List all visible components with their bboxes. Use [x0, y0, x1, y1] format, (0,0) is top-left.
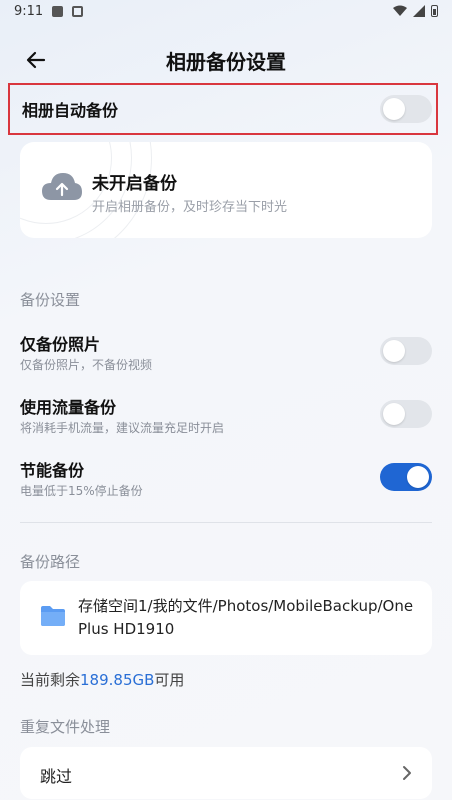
header: 相册备份设置	[0, 40, 452, 80]
folder-icon	[41, 606, 65, 626]
backup-path-text: 存储空间1/我的文件/Photos/MobileBackup/OnePlus H…	[78, 597, 414, 638]
auto-backup-row: 相册自动备份	[8, 83, 438, 135]
section-title-backup-settings: 备份设置	[20, 291, 81, 309]
mobile-data-title: 使用流量备份	[20, 398, 117, 417]
section-title-backup-path: 备份路径	[20, 553, 81, 571]
auto-backup-label: 相册自动备份	[22, 101, 119, 120]
photos-only-toggle[interactable]	[380, 337, 432, 365]
notification-icon	[52, 6, 63, 17]
page-title: 相册备份设置	[166, 50, 286, 74]
app-notification-icon	[72, 6, 83, 17]
duplicate-handling-value: 跳过	[40, 767, 73, 786]
photos-only-subtitle: 仅备份照片，不备份视频	[20, 358, 153, 372]
free-space-amount: 189.85GB	[80, 671, 155, 689]
status-time: 9:11	[14, 4, 44, 19]
power-saving-subtitle: 电量低于15%停止备份	[20, 484, 143, 498]
section-title-duplicate-handling: 重复文件处理	[20, 718, 111, 736]
toggle-knob	[383, 340, 405, 362]
mobile-data-toggle[interactable]	[380, 400, 432, 428]
free-space-suffix: 可用	[154, 671, 185, 689]
backup-status-card: 未开启备份 开启相册备份，及时珍存当下时光	[20, 142, 432, 238]
status-icons	[393, 5, 438, 17]
status-subtitle: 开启相册备份，及时珍存当下时光	[92, 200, 288, 215]
free-space-prefix: 当前剩余	[20, 671, 81, 689]
chevron-right-icon	[403, 766, 411, 780]
photos-only-title: 仅备份照片	[20, 335, 101, 354]
cloud-upload-icon	[42, 173, 82, 200]
wifi-icon	[393, 5, 407, 16]
mobile-data-subtitle: 将消耗手机流量，建议流量充足时开启	[20, 421, 225, 435]
status-bar: 9:11	[0, 0, 452, 26]
power-saving-title: 节能备份	[20, 461, 85, 480]
toggle-knob	[407, 466, 429, 488]
battery-icon	[431, 5, 438, 17]
toggle-knob	[383, 403, 405, 425]
divider	[20, 522, 432, 523]
signal-icon	[413, 5, 425, 17]
power-saving-toggle[interactable]	[380, 463, 432, 491]
backup-path-card[interactable]: 存储空间1/我的文件/Photos/MobileBackup/OnePlus H…	[20, 581, 432, 655]
free-space-text: 当前剩余189.85GB可用	[20, 669, 184, 690]
auto-backup-toggle[interactable]	[380, 95, 432, 123]
duplicate-handling-select[interactable]: 跳过	[20, 747, 432, 799]
status-title: 未开启备份	[92, 174, 177, 194]
toggle-knob	[383, 98, 405, 120]
